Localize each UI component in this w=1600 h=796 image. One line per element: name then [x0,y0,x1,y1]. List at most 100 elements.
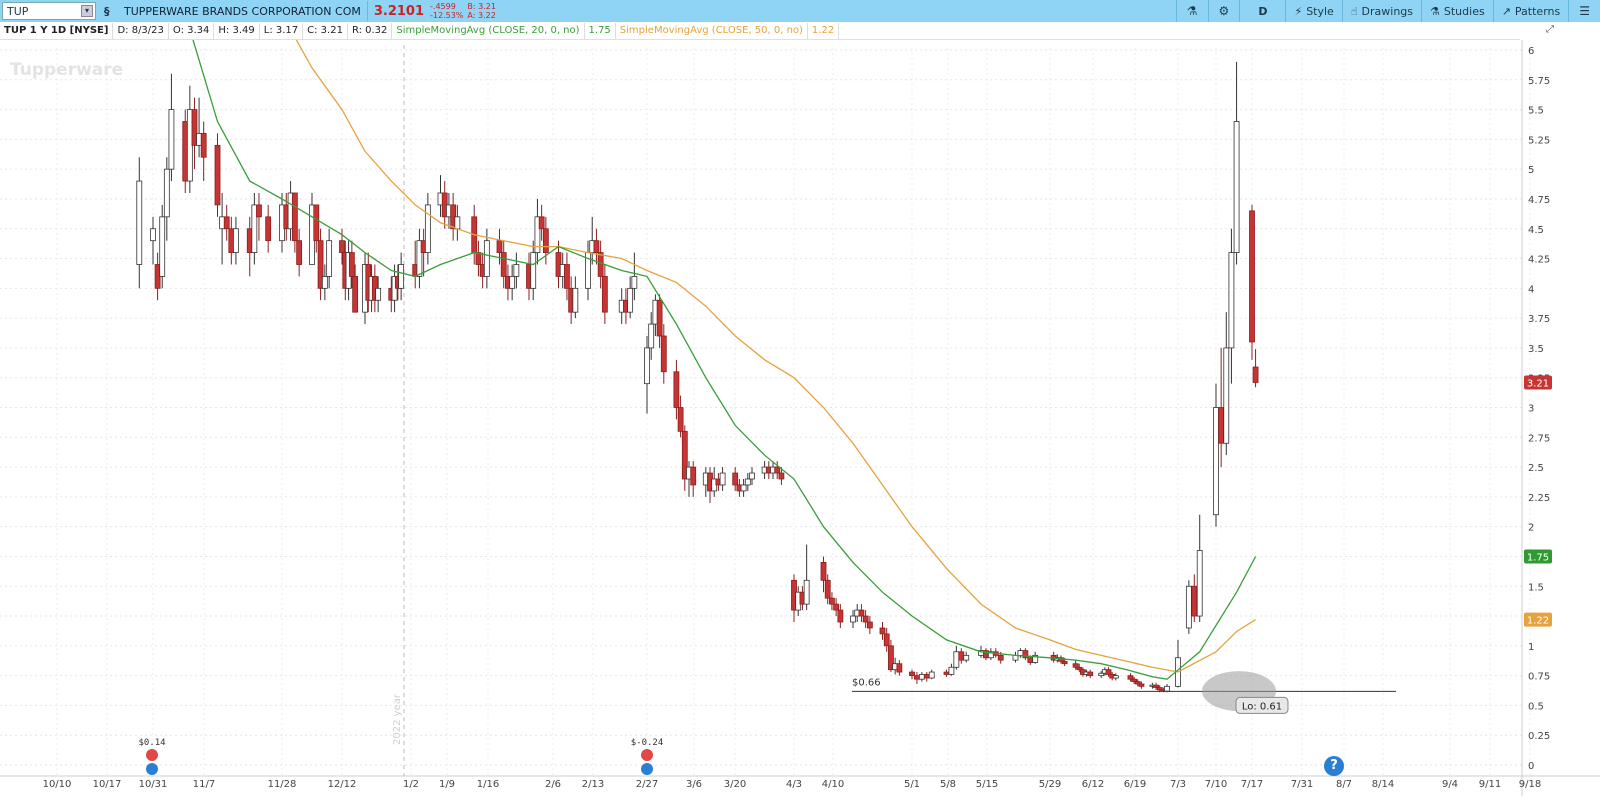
ask-value: A: 3.22 [467,11,496,20]
candle-body [233,228,239,253]
bar-range: R: 0.32 [348,22,393,39]
toolbar-actions: ⚗ ⚙ D ⚡ Style ☝ Drawings ⚗ Studies ↗ Pat… [1175,0,1600,22]
bid-value: B: 3.21 [467,2,496,11]
candle-body [744,478,751,486]
candle [896,660,903,676]
candle [136,157,143,289]
x-tick-label: 2/6 [545,779,561,790]
candle-body [963,654,970,661]
candle [424,193,431,265]
bar-low: L: 3.17 [260,22,304,39]
flask-icon[interactable]: ⚗ [1175,0,1208,22]
earnings-icon [146,749,158,761]
y-tick-label: 5.5 [1528,106,1544,117]
x-tick-label: 4/3 [786,779,802,790]
candle [150,216,156,265]
x-tick-label: 5/15 [976,779,998,790]
menu-icon[interactable]: ☰ [1568,0,1600,22]
drawings-button[interactable]: ☝ Drawings [1341,0,1421,22]
x-tick-label: 10/10 [43,779,72,790]
candle-body [163,168,170,218]
y-tick-label: 5.75 [1528,76,1550,87]
candle-body [627,287,634,313]
candle [1012,651,1019,663]
x-tick-label: 11/7 [193,779,215,790]
candle-body [265,216,272,242]
candle-body [1213,407,1219,516]
link-icon[interactable]: § [104,5,114,18]
candle-body [837,609,844,623]
x-tick-label: 2/13 [582,779,604,790]
candle-body [803,579,810,605]
style-button[interactable]: ⚡ Style [1285,0,1341,22]
candle-body [943,671,950,675]
candle-body [732,472,739,486]
candle-body [909,671,915,677]
candle-body [1218,407,1225,444]
x-tick-label: 9/18 [1519,779,1541,790]
help-icon[interactable]: ? [1324,756,1344,776]
candle [948,663,955,676]
candle [914,672,920,684]
candle-body [1127,675,1134,680]
candle-body [168,109,175,170]
aggregation-button[interactable]: D [1239,0,1285,22]
studies-button[interactable]: ⚗ Studies [1421,0,1493,22]
x-tick-label: 8/14 [1372,779,1394,790]
style-label: Style [1306,4,1334,18]
gear-icon[interactable]: ⚙ [1207,0,1240,22]
x-tick-label: 10/31 [139,779,168,790]
candle-body [1087,671,1094,677]
candle-body [918,674,925,680]
x-tick-label: 9/4 [1442,779,1458,790]
y-tick-label: 1 [1528,642,1534,653]
candle-body [883,633,890,647]
x-tick-label: 9/11 [1479,779,1501,790]
sma50-line [295,40,1256,673]
patterns-button[interactable]: ↗ Patterns [1492,0,1569,22]
chart-info-bar: TUP 1 Y 1D [NYSE] D: 8/3/23 O: 3.34 H: 3… [0,22,1520,40]
x-tick-label: 5/1 [904,779,920,790]
candle-body [296,240,303,265]
maximize-icon[interactable]: ⤢ [1546,24,1554,35]
symbol-input[interactable]: TUP ▾ [2,2,96,20]
candle [1249,204,1255,360]
candle-body [778,472,785,480]
studies-flask-icon: ⚗ [1430,4,1440,18]
candle-body [1061,660,1068,665]
candle-body [1017,650,1024,656]
x-tick-label: 5/29 [1039,779,1061,790]
candle-body [923,674,930,679]
candle [1196,514,1203,622]
candle [1175,639,1181,688]
candle-body [1228,252,1235,349]
patterns-label: Patterns [1514,4,1561,18]
sma50-label[interactable]: SimpleMovingAvg (CLOSE, 50, 0, no) [616,22,808,39]
y-tick-label: 4 [1528,284,1534,295]
drawings-label: Drawings [1361,4,1414,18]
candle [958,648,965,664]
x-tick-label: 7/10 [1205,779,1227,790]
candle-body [673,371,680,408]
candle-body [1112,675,1119,679]
candle [416,228,423,289]
net-change: -.4599 -12.53% [430,2,463,20]
price-chart[interactable]: 00.250.50.7511.251.51.7522.252.52.7533.2… [0,40,1600,796]
candle-body [1249,210,1255,343]
candle-body [500,252,507,277]
candle-body [348,252,355,277]
bar-date: D: 8/3/23 [113,22,169,39]
earnings-label: $0.14 [138,738,165,748]
candle-body [159,216,166,277]
sma20-label[interactable]: SimpleMovingAvg (CLOSE, 20, 0, no) [392,22,585,39]
candle-body [530,252,537,289]
y-tick-label: 4.25 [1528,255,1550,266]
candle [159,204,166,289]
y-tick-label: 2 [1528,523,1534,534]
candle-body [879,627,886,635]
symbol-dropdown-icon[interactable]: ▾ [81,5,93,17]
candle-body [483,240,490,277]
candle [572,276,579,319]
candle-body [1164,685,1170,692]
candle [398,252,405,301]
